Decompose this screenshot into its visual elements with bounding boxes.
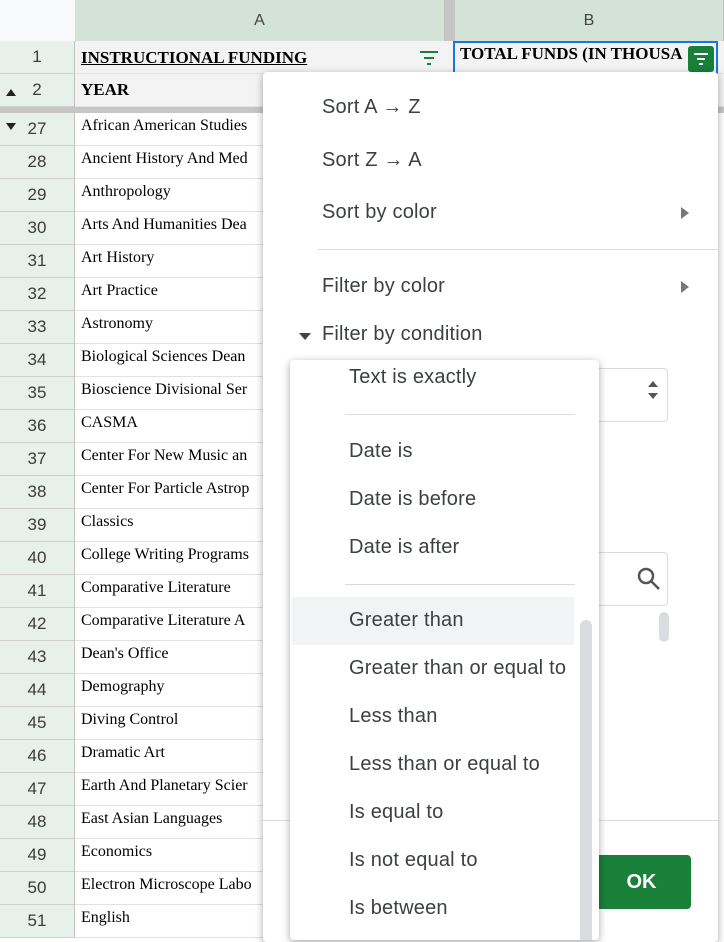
row-number[interactable]: 40: [0, 542, 75, 575]
header-cell-a1[interactable]: INSTRUCTIONAL FUNDING: [81, 48, 307, 68]
dropdown-divider: [345, 584, 575, 585]
table-cell-text: College Writing Programs: [81, 545, 249, 563]
select-arrows-icon: [648, 381, 658, 399]
table-cell-text: Art History: [81, 248, 155, 266]
row-number[interactable]: 34: [0, 344, 75, 377]
chevron-right-icon: [681, 281, 689, 293]
table-cell-text: Astronomy: [81, 314, 153, 332]
row-number-label: 2: [32, 80, 42, 99]
table-cell-text: Biological Sciences Dean: [81, 347, 246, 365]
filter-icon[interactable]: [418, 50, 440, 71]
condition-dropdown: Text is exactly Date is Date is before D…: [290, 360, 599, 940]
row-number[interactable]: 29: [0, 179, 75, 212]
row-number[interactable]: 51: [0, 905, 75, 938]
row-number[interactable]: 28: [0, 146, 75, 179]
menu-scrollbar[interactable]: [659, 612, 669, 642]
row-number[interactable]: 30: [0, 212, 75, 245]
table-cell-text: Bioscience Divisional Ser: [81, 380, 248, 398]
dropdown-scrollbar[interactable]: [580, 620, 592, 940]
search-icon[interactable]: [636, 566, 662, 592]
select-all-corner[interactable]: [0, 0, 76, 41]
option-date-is-before[interactable]: Date is before: [349, 488, 476, 511]
menu-item-sort-by-color[interactable]: Sort by color: [322, 201, 437, 224]
menu-item-filter-by-color[interactable]: Filter by color: [322, 275, 445, 298]
row-number[interactable]: 27: [0, 113, 75, 146]
header-cell-a2[interactable]: YEAR: [81, 80, 129, 100]
caret-down-icon: [299, 333, 311, 340]
option-text-is-exactly[interactable]: Text is exactly: [349, 366, 476, 389]
header-cell-b1: TOTAL FUNDS (IN THOUSA: [460, 44, 683, 63]
row-number[interactable]: 42: [0, 608, 75, 641]
row-number[interactable]: 37: [0, 443, 75, 476]
table-cell-text: Dean's Office: [81, 644, 169, 662]
row-number[interactable]: 45: [0, 707, 75, 740]
menu-divider: [318, 249, 718, 250]
ok-button[interactable]: OK: [592, 855, 691, 909]
table-cell-text: Center For Particle Astrop: [81, 479, 250, 497]
filter-icon: [694, 53, 708, 65]
option-greater-than[interactable]: Greater than: [349, 609, 464, 632]
table-cell-text: Arts And Humanities Dea: [81, 215, 247, 233]
table-cell-text: East Asian Languages: [81, 809, 223, 827]
row-number[interactable]: 44: [0, 674, 75, 707]
collapse-up-icon[interactable]: [6, 89, 16, 96]
filter-by-condition-label: Filter by condition: [322, 323, 483, 345]
option-greater-than-or-equal[interactable]: Greater than or equal to: [349, 657, 566, 680]
table-cell-text: Comparative Literature: [81, 578, 231, 596]
row-number[interactable]: 39: [0, 509, 75, 542]
row-number[interactable]: 48: [0, 806, 75, 839]
table-cell-text: CASMA: [81, 413, 138, 431]
row-number[interactable]: 50: [0, 872, 75, 905]
option-is-between[interactable]: Is between: [349, 897, 448, 920]
table-cell-text: Center For New Music an: [81, 446, 248, 464]
row-number[interactable]: 41: [0, 575, 75, 608]
row-number[interactable]: 33: [0, 311, 75, 344]
expand-down-icon[interactable]: [6, 123, 16, 130]
option-less-than[interactable]: Less than: [349, 705, 438, 728]
filter-by-condition-toggle[interactable]: Filter by condition: [299, 323, 599, 351]
chevron-right-icon: [681, 207, 689, 219]
frozen-column-divider[interactable]: [445, 0, 455, 41]
table-cell-text: Economics: [81, 842, 153, 860]
dropdown-divider: [345, 414, 575, 415]
row-number[interactable]: 47: [0, 773, 75, 806]
table-cell-text: Classics: [81, 512, 134, 530]
option-is-not-equal-to[interactable]: Is not equal to: [349, 849, 478, 872]
table-cell-text: Comparative Literature A: [81, 611, 246, 629]
option-date-is[interactable]: Date is: [349, 440, 413, 463]
row-number[interactable]: 36: [0, 410, 75, 443]
option-is-equal-to[interactable]: Is equal to: [349, 801, 444, 824]
table-cell-text: Demography: [81, 677, 165, 695]
option-less-than-or-equal[interactable]: Less than or equal to: [349, 753, 540, 776]
table-cell-text: English: [81, 908, 130, 926]
table-cell-text: Art Practice: [81, 281, 158, 299]
table-cell-text: Anthropology: [81, 182, 171, 200]
table-cell-text: Electron Microscope Labo: [81, 875, 252, 893]
table-cell-text: Diving Control: [81, 710, 179, 728]
table-cell-text: Ancient History And Med: [81, 149, 248, 167]
column-header-a[interactable]: A: [75, 0, 445, 41]
row-number[interactable]: 43: [0, 641, 75, 674]
row-number-2[interactable]: 2: [0, 74, 75, 107]
table-cell-text: African American Studies: [81, 116, 248, 134]
column-header-b[interactable]: B: [455, 0, 724, 41]
row-number[interactable]: 38: [0, 476, 75, 509]
row-number[interactable]: 31: [0, 245, 75, 278]
option-date-is-after[interactable]: Date is after: [349, 536, 459, 559]
row-number[interactable]: 35: [0, 377, 75, 410]
row-number[interactable]: 46: [0, 740, 75, 773]
menu-item-sort-az[interactable]: Sort A → Z: [322, 96, 421, 119]
menu-item-sort-za[interactable]: Sort Z → A: [322, 149, 422, 172]
row-number-1[interactable]: 1: [0, 41, 75, 74]
table-cell-text: Earth And Planetary Scier: [81, 776, 248, 794]
table-cell-text: Dramatic Art: [81, 743, 165, 761]
row-number[interactable]: 49: [0, 839, 75, 872]
row-number[interactable]: 32: [0, 278, 75, 311]
filter-active-button[interactable]: [688, 46, 714, 72]
